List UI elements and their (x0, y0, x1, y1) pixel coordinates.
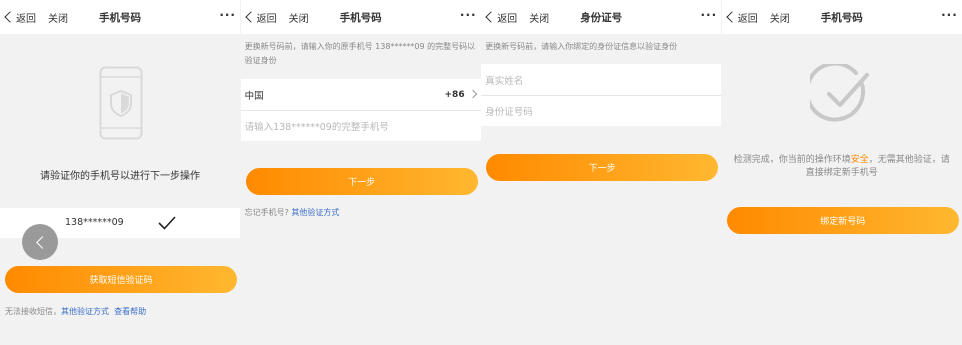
more-menu-button[interactable]: ··· (701, 9, 718, 21)
phone-shield-icon (99, 66, 143, 140)
back-button[interactable]: 返回 (4, 10, 36, 25)
hint-text: 更换新号码前，请输入你的原手机号 138******09 的完整号码以验证身份 (244, 42, 476, 65)
masked-phone: 138******09 (65, 217, 124, 228)
back-label: 返回 (16, 13, 36, 25)
id-input[interactable]: 身份证号码 (481, 95, 722, 126)
chevron-left-icon (35, 235, 49, 249)
next-button[interactable]: 下一步 (245, 168, 478, 195)
close-button[interactable]: 关闭 (48, 10, 68, 25)
phone-input-placeholder: 请输入138******09的完整手机号 (244, 122, 389, 133)
phone-input[interactable]: 请输入138******09的完整手机号 (240, 110, 481, 141)
other-verify-link[interactable]: 其他验证方式 (61, 307, 109, 316)
next-button[interactable]: 下一步 (486, 154, 719, 181)
country-code: +86 (444, 89, 465, 100)
screen-verify-phone: 返回 关闭 手机号码 ··· 请验证你的手机号以进行下一步操作 138*****… (0, 0, 240, 345)
hint-text: 更换新号码前，请输入你绑定的身份证信息以验证身份 (485, 42, 678, 51)
page-title: 手机号码 (99, 11, 141, 24)
nav-bar: 返回 关闭 手机号码 ··· (721, 0, 962, 34)
footer-text: 忘记手机号? (244, 208, 289, 217)
name-input-placeholder: 真实姓名 (485, 75, 524, 87)
page-title: 手机号码 (820, 11, 863, 24)
result-safe: 安全 (850, 155, 869, 165)
close-button[interactable]: 关闭 (289, 10, 309, 25)
get-sms-code-button[interactable]: 获取短信验证码 (5, 266, 237, 293)
other-verify-link[interactable]: 其他验证方式 (291, 208, 339, 217)
page-title: 身份证号 (580, 11, 623, 24)
chevron-left-icon (485, 11, 497, 23)
more-menu-button[interactable]: ··· (460, 9, 477, 21)
country-label: 中国 (244, 90, 264, 102)
close-button[interactable]: 关闭 (529, 10, 549, 25)
footer-text: 无法接收短信， (5, 307, 61, 316)
success-check-icon (809, 64, 869, 122)
close-button[interactable]: 关闭 (770, 10, 790, 25)
bind-new-number-button[interactable]: 绑定新号码 (726, 207, 959, 234)
back-label: 返回 (737, 13, 758, 25)
page-title: 手机号码 (339, 11, 382, 24)
checkmark-icon (158, 216, 176, 230)
country-select[interactable]: 中国 +86 (240, 79, 481, 110)
screen-verify-id: 返回 关闭 身份证号 ··· 更换新号码前，请输入你绑定的身份证信息以验证身份 … (481, 0, 722, 345)
id-input-placeholder: 身份证号码 (485, 107, 533, 118)
help-link[interactable]: 查看帮助 (114, 307, 146, 316)
nav-bar: 返回 关闭 身份证号 ··· (481, 0, 722, 34)
footer-help: 忘记手机号? 其他验证方式 (245, 207, 340, 218)
back-button[interactable]: 返回 (244, 10, 277, 25)
footer-help: 无法接收短信，其他验证方式 查看帮助 (5, 306, 146, 317)
name-input[interactable]: 真实姓名 (481, 64, 722, 95)
back-button[interactable]: 返回 (485, 10, 517, 25)
screen-verify-original-phone: 返回 关闭 手机号码 ··· 更换新号码前，请输入你的原手机号 138*****… (240, 0, 481, 345)
chevron-left-icon (726, 11, 738, 23)
floating-back-button[interactable] (22, 224, 58, 260)
screens-container: 返回 关闭 手机号码 ··· 请验证你的手机号以进行下一步操作 138*****… (0, 0, 962, 345)
back-button[interactable]: 返回 (726, 10, 758, 25)
chevron-right-icon (468, 89, 477, 99)
verify-prompt: 请验证你的手机号以进行下一步操作 (40, 171, 200, 182)
result-message: 检测完成，你当前的操作环境安全，无需其他验证，请直接绑定新手机号 (730, 154, 954, 180)
nav-bar: 返回 关闭 手机号码 ··· (240, 0, 481, 34)
back-label: 返回 (497, 13, 518, 25)
chevron-left-icon (244, 11, 257, 23)
more-menu-button[interactable]: ··· (941, 9, 958, 21)
nav-bar: 返回 关闭 手机号码 ··· (0, 0, 240, 34)
chevron-left-icon (4, 11, 16, 23)
back-label: 返回 (256, 13, 277, 25)
result-text-1: 检测完成，你当前的操作环境 (733, 155, 851, 165)
more-menu-button[interactable]: ··· (219, 9, 236, 21)
screen-check-complete: 返回 关闭 手机号码 ··· 检测完成，你当前的操作环境安全，无需其他验证，请直… (721, 0, 962, 345)
